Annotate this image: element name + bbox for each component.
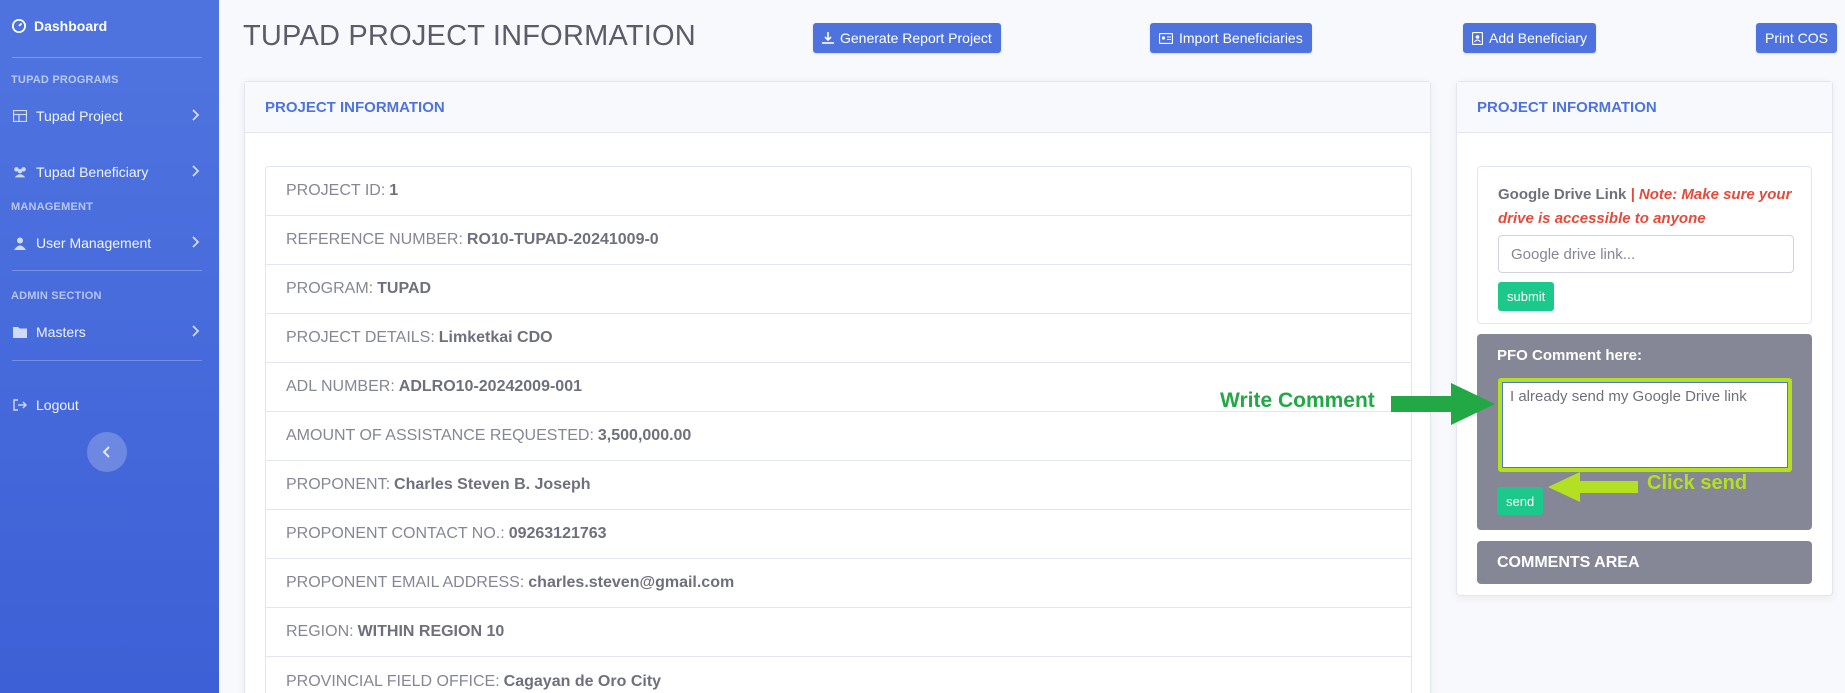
user-icon — [12, 235, 28, 251]
add-beneficiary-label: Add Beneficiary — [1489, 30, 1588, 46]
info-row-program: PROGRAM: TUPAD — [266, 265, 1411, 314]
chevron-right-icon — [192, 108, 200, 124]
google-drive-label-text: Google Drive Link — [1498, 186, 1627, 203]
table-icon — [12, 108, 28, 124]
chevron-left-icon — [102, 446, 110, 458]
annotation-write-comment: Write Comment — [1220, 389, 1375, 412]
info-value: Charles Steven B. Joseph — [394, 476, 591, 493]
page-title: TUPAD PROJECT INFORMATION — [243, 20, 696, 52]
chevron-right-icon — [192, 324, 200, 340]
logout-icon — [12, 397, 28, 413]
info-value: Cagayan de Oro City — [503, 672, 662, 690]
sidebar-item-label: Logout — [36, 397, 79, 413]
info-label: PROPONENT CONTACT NO.: — [286, 525, 505, 542]
generate-report-label: Generate Report Project — [840, 30, 992, 46]
print-cos-label: Print COS — [1765, 30, 1829, 46]
info-row-proponent-email: PROPONENT EMAIL ADDRESS: charles.steven@g… — [266, 559, 1411, 608]
info-row-reference-number: REFERENCE NUMBER: RO10-TUPAD-20241009-0 — [266, 216, 1411, 265]
info-label: PROJECT ID: — [286, 182, 386, 199]
sidebar-heading-management: MANAGEMENT — [11, 201, 94, 213]
info-label: PROPONENT: — [286, 476, 391, 493]
sidebar-brand-label: Dashboard — [34, 18, 108, 34]
sidebar: Dashboard TUPAD PROGRAMS Tupad Project T… — [0, 0, 219, 693]
sidebar-brand[interactable]: Dashboard — [12, 18, 107, 34]
pfo-comment-title: PFO Comment here: — [1497, 347, 1643, 364]
lime-arrow-icon — [1548, 472, 1638, 502]
info-label: PROPONENT EMAIL ADDRESS: — [286, 574, 525, 591]
google-drive-input[interactable] — [1498, 235, 1794, 273]
sidebar-divider — [12, 270, 202, 271]
sidebar-item-label: Tupad Project — [36, 108, 123, 124]
google-drive-label: Google Drive Link | Note: Make sure your… — [1498, 183, 1798, 231]
id-card-icon — [1159, 32, 1173, 44]
info-value: ADLRO10-20242009-001 — [398, 378, 582, 395]
info-row-proponent-contact: PROPONENT CONTACT NO.: 09263121763 — [266, 510, 1411, 559]
sidebar-item-tupad-beneficiary[interactable]: Tupad Beneficiary — [12, 158, 202, 186]
folder-icon — [12, 324, 28, 340]
download-icon — [822, 32, 834, 44]
info-value: RO10-TUPAD-20241009-0 — [466, 231, 659, 248]
info-row-project-id: PROJECT ID: 1 — [266, 167, 1411, 216]
pfo-comment-textarea[interactable] — [1498, 378, 1792, 472]
info-label: ADL NUMBER: — [286, 378, 395, 395]
generate-report-button[interactable]: Generate Report Project — [813, 23, 1001, 53]
info-label: AMOUNT OF ASSISTANCE REQUESTED: — [286, 427, 594, 444]
print-cos-button[interactable]: Print COS — [1756, 23, 1838, 53]
chevron-right-icon — [192, 164, 200, 180]
info-row-region: REGION: WITHIN REGION 10 — [266, 608, 1411, 657]
address-book-icon — [1472, 31, 1483, 45]
import-beneficiaries-label: Import Beneficiaries — [1179, 30, 1303, 46]
info-value: charles.steven@gmail.com — [528, 574, 735, 591]
send-button[interactable]: send — [1497, 487, 1544, 515]
project-info-card-title: PROJECT INFORMATION — [245, 82, 1430, 133]
users-icon — [12, 164, 28, 180]
info-label: PROVINCIAL FIELD OFFICE: — [286, 672, 500, 690]
comments-area-header: COMMENTS AREA — [1477, 541, 1812, 584]
info-value: 09263121763 — [508, 525, 607, 542]
sidebar-heading-programs: TUPAD PROGRAMS — [11, 74, 119, 86]
google-drive-section: Google Drive Link | Note: Make sure your… — [1477, 166, 1812, 324]
side-info-card: PROJECT INFORMATION Google Drive Link | … — [1456, 81, 1833, 596]
info-label: REGION: — [286, 623, 354, 640]
sidebar-item-logout[interactable]: Logout — [12, 391, 202, 419]
info-label: PROGRAM: — [286, 280, 374, 297]
info-value: Limketkai CDO — [438, 329, 553, 346]
project-info-card: PROJECT INFORMATION PROJECT ID: 1 REFEREN… — [244, 81, 1431, 693]
info-value: 3,500,000.00 — [597, 427, 692, 444]
sidebar-item-label: User Management — [36, 235, 152, 251]
info-value: WITHIN REGION 10 — [357, 623, 505, 640]
sidebar-item-label: Masters — [36, 324, 86, 340]
sidebar-item-user-management[interactable]: User Management — [12, 229, 202, 257]
info-row-proponent: PROPONENT: Charles Steven B. Joseph — [266, 461, 1411, 510]
green-arrow-icon — [1391, 383, 1495, 425]
side-info-card-title: PROJECT INFORMATION — [1457, 82, 1832, 133]
info-value: TUPAD — [377, 280, 432, 297]
info-label: PROJECT DETAILS: — [286, 329, 435, 346]
submit-button[interactable]: submit — [1498, 282, 1555, 311]
info-label: REFERENCE NUMBER: — [286, 231, 463, 248]
sidebar-divider — [12, 57, 202, 58]
import-beneficiaries-button[interactable]: Import Beneficiaries — [1150, 23, 1312, 53]
project-info-list: PROJECT ID: 1 REFERENCE NUMBER: RO10-TUPAD… — [265, 166, 1412, 693]
annotation-click-send: Click send — [1647, 472, 1748, 494]
add-beneficiary-button[interactable]: Add Beneficiary — [1463, 23, 1597, 53]
dashboard-icon — [12, 19, 26, 33]
sidebar-heading-admin: ADMIN SECTION — [11, 290, 102, 302]
chevron-right-icon — [192, 235, 200, 251]
sidebar-divider — [12, 360, 202, 361]
sidebar-item-tupad-project[interactable]: Tupad Project — [12, 102, 202, 130]
info-row-project-details: PROJECT DETAILS: Limketkai CDO — [266, 314, 1411, 363]
sidebar-item-label: Tupad Beneficiary — [36, 164, 149, 180]
pfo-comment-section: PFO Comment here: send — [1477, 334, 1812, 530]
info-row-provincial-field-office: PROVINCIAL FIELD OFFICE: Cagayan de Oro C… — [266, 657, 1411, 693]
info-value: 1 — [389, 182, 399, 199]
sidebar-toggle-button[interactable] — [87, 432, 127, 472]
info-row-amount-requested: AMOUNT OF ASSISTANCE REQUESTED: 3,500,000… — [266, 412, 1411, 461]
sidebar-item-masters[interactable]: Masters — [12, 318, 202, 346]
